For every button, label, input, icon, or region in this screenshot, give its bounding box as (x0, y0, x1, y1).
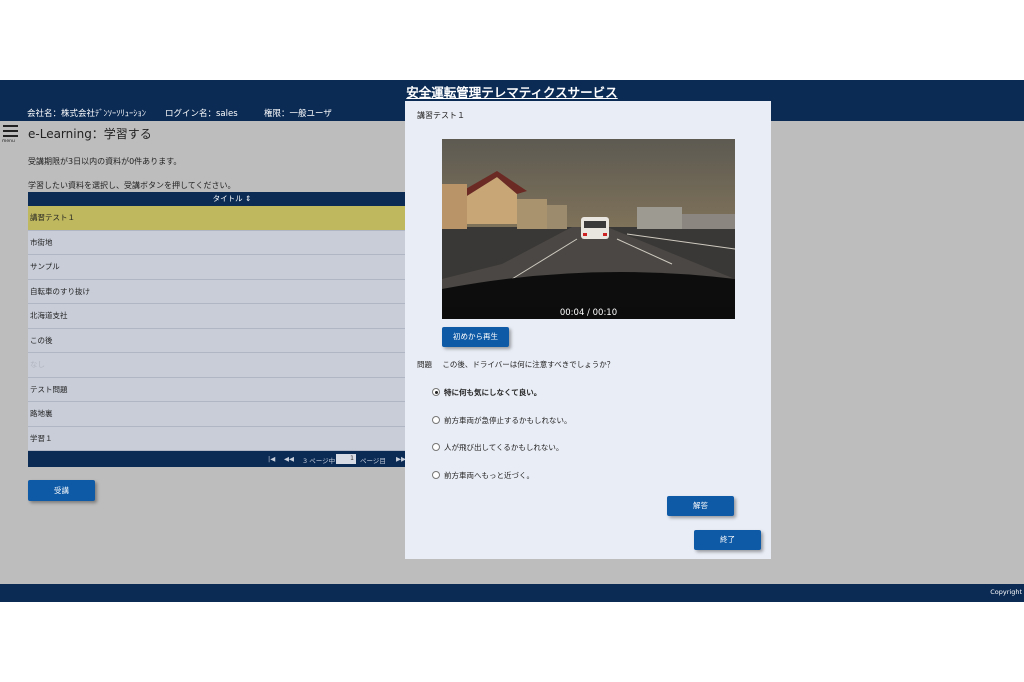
answer-option[interactable]: 前方車両が急停止するかもしれない。 (432, 415, 572, 426)
dashcam-video-frame (442, 139, 735, 307)
menu-label: menu (2, 139, 15, 144)
row-title: 路地裏 (30, 409, 53, 418)
quiz-modal: 講習テスト１ 00:04 / 00:10 初めから再生 問題 この後、ドライバー… (405, 101, 771, 559)
table-row[interactable]: 自転車のすり抜け (28, 279, 406, 304)
table-row[interactable]: 学習１ (28, 426, 406, 451)
deadline-note: 受講期限が3日以内の資料が0件あります。 (28, 157, 182, 166)
copyright: Copyright (990, 588, 1022, 596)
row-title: テスト問題 (30, 384, 68, 394)
pager-suffix: ページ目 (360, 457, 386, 465)
hamburger-icon-bar (3, 130, 18, 132)
radio-icon[interactable] (432, 471, 440, 479)
answer-option[interactable]: 人が飛び出してくるかもしれない。 (432, 442, 563, 453)
row-title: 講習テスト１ (30, 213, 75, 222)
question-text: この後、ドライバーは何に注意すべきでしょうか？ (442, 360, 615, 369)
answer-option[interactable]: 特に何も気にしなくて良い。 (432, 387, 541, 398)
radio-icon[interactable] (432, 443, 440, 451)
page-number-input[interactable]: 1 (336, 454, 356, 464)
hamburger-icon (3, 125, 18, 127)
table-row[interactable]: 路地裏 (28, 402, 406, 427)
first-page-icon[interactable]: |◀ (268, 455, 275, 463)
radio-icon[interactable] (432, 416, 440, 424)
user-role: 権限：一般ユーザ (264, 109, 332, 119)
table-pager: |◀ ◀◀ 3 ページ中 1 ページ目 ▶▶ (28, 451, 406, 467)
pager-total: 3 ページ中 (303, 457, 336, 465)
instruction-note: 学習したい資料を選択し、受講ボタンを押してください。 (28, 181, 236, 190)
answer-button[interactable]: 解答 (667, 496, 734, 516)
table-row[interactable]: この後 (28, 328, 406, 353)
table-row[interactable]: 北海道支社 (28, 304, 406, 329)
modal-title: 講習テスト１ (417, 111, 465, 120)
app-title: 安全運転管理テレマティクスサービス (406, 85, 618, 100)
prev-page-icon[interactable]: ◀◀ (284, 455, 294, 463)
video-player[interactable] (442, 139, 735, 307)
app-frame: 安全運転管理テレマティクスサービス 会社名：株式会社ﾃﾞﾝｿｰｿﾘｭｰｼｮﾝ ロ… (0, 80, 1024, 602)
answer-option[interactable]: 前方車両へもっと近づく。 (432, 470, 534, 481)
login-name: ログイン名：sales (165, 109, 238, 119)
replay-button[interactable]: 初めから再生 (442, 327, 509, 347)
table-row[interactable]: サンプル (28, 255, 406, 280)
option-text: 前方車両へもっと近づく。 (444, 471, 534, 480)
row-title: サンプル (30, 262, 60, 271)
row-title: この後 (30, 335, 53, 345)
video-time: 00:04 / 00:10 (442, 307, 735, 319)
row-title: なし (30, 360, 45, 369)
hamburger-icon-bar (3, 135, 18, 137)
footer-bar: Copyright (0, 584, 1024, 602)
question: 問題 この後、ドライバーは何に注意すべきでしょうか？ (417, 359, 614, 370)
option-text: 人が飛び出してくるかもしれない。 (444, 443, 564, 452)
table-row[interactable]: 講習テスト１ (28, 206, 406, 231)
company-name: 会社名：株式会社ﾃﾞﾝｿｰｿﾘｭｰｼｮﾝ (27, 109, 147, 119)
page-title: e-Learning：学習する (28, 127, 152, 141)
table-row[interactable]: テスト問題 (28, 377, 406, 402)
table-row[interactable]: なし (28, 353, 406, 378)
material-table: タイトル ⇕ 講習テスト１ 市街地 サンプル 自転車のすり抜け 北海道支社 この… (28, 192, 406, 467)
column-header-title[interactable]: タイトル ⇕ (28, 192, 406, 206)
option-text: 特に何も気にしなくて良い。 (444, 388, 542, 397)
row-title: 市街地 (30, 237, 53, 247)
menu-button[interactable]: menu (2, 124, 20, 146)
row-title: 北海道支社 (30, 311, 68, 320)
question-label: 問題 (417, 360, 432, 369)
table-row[interactable]: 市街地 (28, 230, 406, 255)
row-title: 自転車のすり抜け (30, 286, 90, 296)
option-text: 前方車両が急停止するかもしれない。 (444, 416, 572, 425)
attend-button[interactable]: 受講 (28, 480, 95, 501)
close-button[interactable]: 終了 (694, 530, 761, 550)
row-title: 学習１ (30, 433, 53, 443)
radio-selected-icon[interactable] (432, 388, 440, 396)
